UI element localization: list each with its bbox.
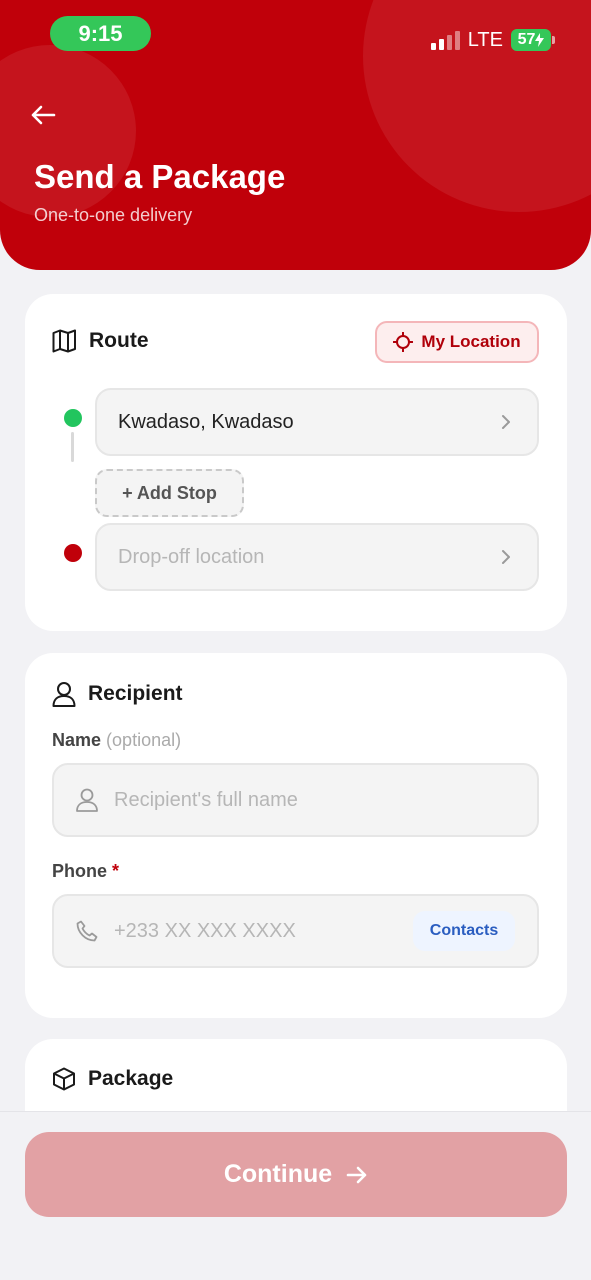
package-title: Package	[52, 1067, 173, 1091]
recipient-title: Recipient	[52, 681, 183, 707]
required-marker: *	[112, 861, 120, 881]
my-location-button[interactable]: My Location	[375, 321, 539, 363]
box-icon	[53, 1067, 75, 1091]
pickup-dot	[64, 409, 82, 427]
name-placeholder: Recipient's full name	[114, 788, 298, 811]
phone-label-text: Phone	[52, 861, 108, 881]
route-connector	[71, 432, 74, 462]
chevron-right-icon	[502, 550, 510, 564]
phone-placeholder: +233 XX XXX XXXX	[114, 919, 296, 942]
map-icon	[52, 329, 76, 353]
person-icon	[52, 682, 76, 707]
arrow-right-icon	[346, 1166, 367, 1183]
back-button[interactable]	[30, 98, 66, 132]
chevron-right-icon	[502, 415, 510, 429]
package-title-text: Package	[88, 1067, 174, 1090]
add-stop-button[interactable]: + Add Stop	[95, 469, 244, 517]
recipient-card: Recipient Name (optional) Recipient's fu…	[25, 653, 567, 1018]
dropoff-field[interactable]: Drop-off location	[95, 523, 539, 591]
network-label: LTE	[467, 28, 503, 51]
route-card: Route My Location Kwadaso, Kwadaso + Add…	[25, 294, 567, 631]
battery-icon: 57	[511, 29, 555, 51]
recipient-title-text: Recipient	[88, 682, 183, 705]
phone-label: Phone *	[52, 861, 119, 882]
route-title: Route	[52, 329, 149, 353]
name-label: Name (optional)	[52, 730, 181, 751]
status-indicators: LTE 57	[430, 26, 555, 54]
status-time: 9:15	[50, 16, 151, 51]
crosshair-icon	[393, 332, 414, 352]
pickup-field[interactable]: Kwadaso, Kwadaso	[95, 388, 539, 456]
person-icon	[76, 788, 98, 812]
contacts-button[interactable]: Contacts	[413, 911, 515, 951]
page-subtitle: One-to-one delivery	[34, 205, 193, 225]
signal-icon	[430, 30, 460, 50]
arrow-left-icon	[31, 105, 56, 125]
page-title: Send a Package	[34, 158, 286, 195]
recipient-name-field[interactable]: Recipient's full name	[52, 763, 539, 837]
continue-label: Continue	[223, 1160, 333, 1188]
bottom-bar: Continue	[0, 1111, 591, 1280]
recipient-phone-field[interactable]: +233 XX XXX XXXX Contacts	[52, 894, 539, 968]
name-optional: (optional)	[106, 730, 182, 750]
name-label-text: Name	[52, 730, 102, 750]
dropoff-dot	[64, 544, 82, 562]
battery-level: 57	[517, 31, 536, 48]
pickup-value: Kwadaso, Kwadaso	[118, 410, 294, 433]
phone-icon	[76, 920, 98, 942]
dropoff-placeholder: Drop-off location	[118, 545, 265, 568]
my-location-label: My Location	[421, 332, 521, 351]
route-title-text: Route	[89, 329, 149, 352]
header: 9:15 LTE 57 Send a Package One-to-one de…	[0, 0, 591, 270]
continue-button[interactable]: Continue	[25, 1132, 567, 1217]
